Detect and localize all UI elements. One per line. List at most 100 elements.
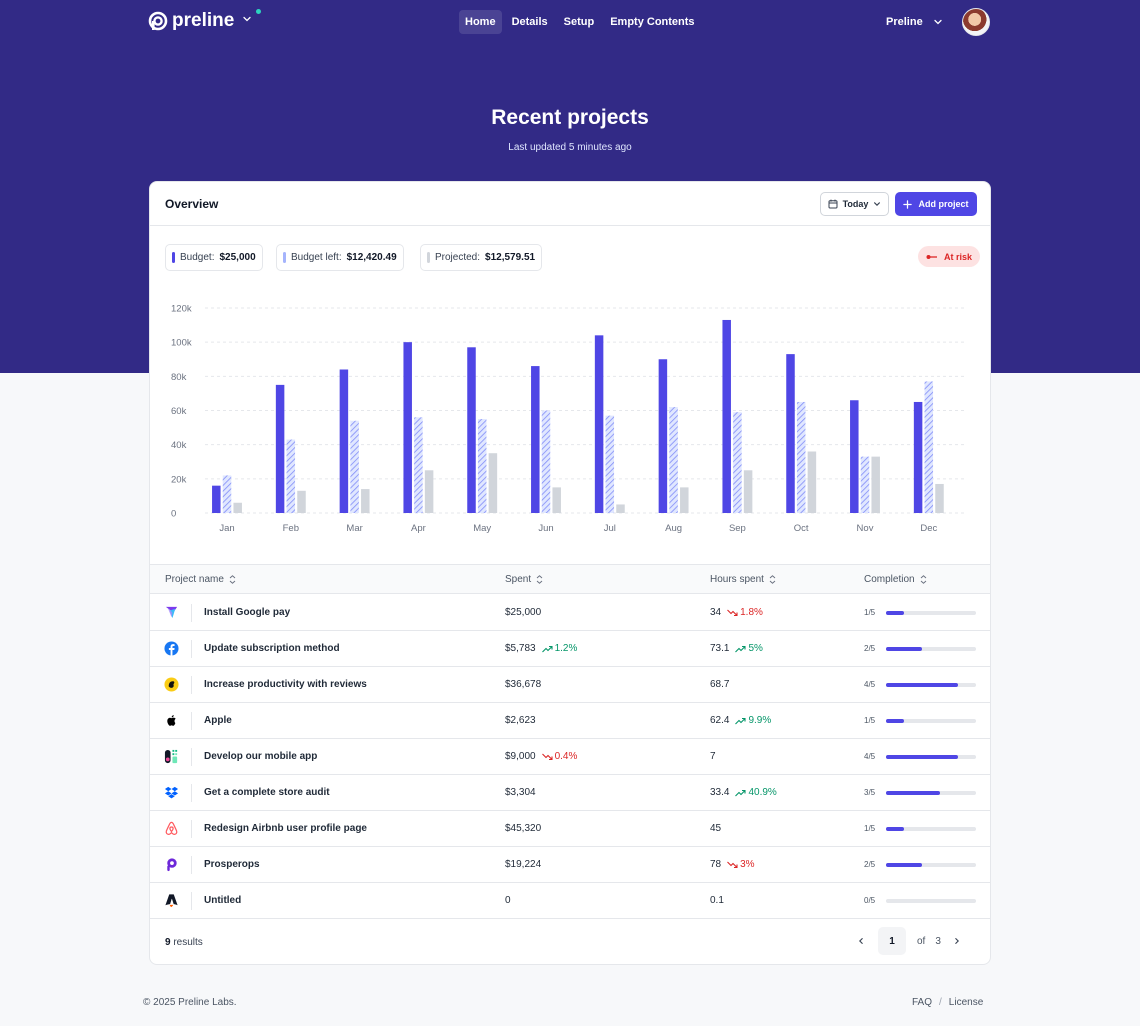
bar-sep-series-1[interactable] bbox=[722, 319, 731, 513]
project-name[interactable]: Install Google pay bbox=[204, 607, 290, 618]
bar-mar-series-2[interactable] bbox=[350, 420, 359, 513]
current-page[interactable]: 1 bbox=[878, 927, 906, 955]
nav-link-setup[interactable]: Setup bbox=[558, 10, 601, 34]
table-row[interactable]: Prosperops $19,224 78 3% 2/5 bbox=[150, 847, 990, 883]
mailchimp-icon bbox=[164, 677, 179, 692]
table-row[interactable]: Update subscription method $5,783 1.2% 73.1… bbox=[150, 631, 990, 667]
table-row[interactable]: Increase productivity with reviews $36,67… bbox=[150, 667, 990, 703]
spent-trend: 1.2% bbox=[541, 643, 577, 654]
table-row[interactable]: Develop our mobile app $9,000 0.4% 7 4/5 bbox=[150, 739, 990, 775]
add-project-label: Add project bbox=[918, 199, 969, 209]
footer-links: FAQ / License bbox=[912, 997, 983, 1008]
table-row[interactable]: Apple $2,623 62.4 9.9% 1/5 bbox=[150, 703, 990, 739]
sort-hours-spent[interactable]: Hours spent bbox=[710, 574, 776, 585]
project-name[interactable]: Apple bbox=[204, 715, 232, 726]
trend-up-icon bbox=[541, 645, 553, 652]
completion-progress bbox=[886, 899, 976, 903]
account-switcher[interactable]: Preline bbox=[886, 16, 943, 28]
bar-apr-series-1[interactable] bbox=[403, 342, 412, 513]
bar-jul-series-2[interactable] bbox=[605, 415, 615, 513]
pagination: 1 of 3 bbox=[850, 927, 968, 955]
bar-aug-series-1[interactable] bbox=[658, 359, 668, 513]
completion-progress-fill bbox=[886, 755, 958, 759]
table-row[interactable]: Get a complete store audit $3,304 33.4 40.9… bbox=[150, 775, 990, 811]
bar-feb-series-2[interactable] bbox=[286, 439, 296, 513]
bar-jul-series-1[interactable] bbox=[594, 335, 604, 513]
bar-apr-series-3[interactable] bbox=[424, 470, 434, 513]
bar-sep-series-3[interactable] bbox=[743, 470, 753, 513]
date-range-button[interactable]: Today bbox=[820, 192, 889, 216]
bar-dec-series-3[interactable] bbox=[935, 483, 944, 513]
completion-progress-fill bbox=[886, 647, 922, 651]
footer-link-license[interactable]: License bbox=[949, 997, 983, 1008]
bar-dec-series-1[interactable] bbox=[913, 401, 923, 513]
bar-jul-series-3[interactable] bbox=[616, 504, 625, 513]
bar-jan-series-3[interactable] bbox=[233, 502, 242, 513]
divider bbox=[191, 748, 192, 766]
project-name[interactable]: Update subscription method bbox=[204, 643, 340, 654]
nav-link-details[interactable]: Details bbox=[506, 10, 554, 34]
project-name[interactable]: Increase productivity with reviews bbox=[204, 679, 367, 690]
trend-up-icon bbox=[735, 717, 747, 724]
completion-progress bbox=[886, 611, 976, 615]
bar-jan-series-1[interactable] bbox=[212, 485, 221, 513]
sort-spent[interactable]: Spent bbox=[505, 574, 543, 585]
bar-jan-series-2[interactable] bbox=[222, 475, 232, 513]
bar-aug-series-2[interactable] bbox=[669, 407, 678, 513]
bar-oct-series-2[interactable] bbox=[796, 401, 806, 513]
hours-cell: 78 3% bbox=[710, 859, 755, 870]
bar-may-series-3[interactable] bbox=[488, 453, 498, 513]
project-name[interactable]: Prosperops bbox=[204, 859, 260, 870]
bar-dec-series-2[interactable] bbox=[924, 381, 934, 513]
bar-aug-series-3[interactable] bbox=[680, 487, 689, 513]
nav-link-home[interactable]: Home bbox=[459, 10, 502, 34]
bar-nov-series-1[interactable] bbox=[850, 400, 859, 513]
bar-may-series-2[interactable] bbox=[477, 419, 487, 513]
table-row[interactable]: Redesign Airbnb user profile page $45,320… bbox=[150, 811, 990, 847]
project-name[interactable]: Redesign Airbnb user profile page bbox=[204, 823, 367, 834]
project-name[interactable]: Develop our mobile app bbox=[204, 751, 317, 762]
bar-mar-series-1[interactable] bbox=[339, 369, 349, 514]
bar-feb-series-3[interactable] bbox=[297, 490, 306, 513]
previous-page-button[interactable] bbox=[850, 927, 872, 955]
bar-jun-series-2[interactable] bbox=[541, 410, 551, 514]
x-tick-label: Jun bbox=[538, 523, 553, 534]
nav-link-empty-contents[interactable]: Empty Contents bbox=[604, 10, 700, 34]
bar-apr-series-2[interactable] bbox=[414, 417, 423, 513]
table-row[interactable]: Untitled 0 0.1 0/5 bbox=[150, 883, 990, 919]
budget-chart: 0 20k 40k 60k 80k 100k 120k Jan Feb Mar Apr May Jun J… bbox=[171, 304, 965, 534]
trend-up-icon bbox=[735, 789, 747, 796]
sort-project-name[interactable]: Project name bbox=[165, 574, 236, 585]
avatar[interactable] bbox=[962, 8, 990, 36]
add-project-button[interactable]: Add project bbox=[895, 192, 977, 216]
project-name[interactable]: Untitled bbox=[204, 895, 241, 906]
bar-jun-series-3[interactable] bbox=[552, 487, 561, 513]
brand-logo[interactable]: preline bbox=[148, 10, 234, 32]
bar-mar-series-3[interactable] bbox=[361, 489, 370, 513]
spent-value: 0 bbox=[505, 895, 511, 906]
bar-feb-series-1[interactable] bbox=[275, 384, 285, 513]
hours-value: 68.7 bbox=[710, 679, 730, 690]
brand-name: preline bbox=[172, 10, 235, 31]
bar-sep-series-2[interactable] bbox=[733, 412, 742, 513]
spent-value: $45,320 bbox=[505, 823, 542, 834]
bar-nov-series-2[interactable] bbox=[860, 456, 870, 513]
bar-oct-series-1[interactable] bbox=[786, 354, 795, 513]
sort-completion[interactable]: Completion bbox=[864, 574, 927, 585]
bar-may-series-1[interactable] bbox=[467, 347, 476, 513]
bar-nov-series-3[interactable] bbox=[871, 456, 880, 513]
status-dot bbox=[256, 9, 261, 14]
next-page-button[interactable] bbox=[946, 927, 968, 955]
y-tick-label: 60k bbox=[171, 406, 187, 417]
bar-oct-series-3[interactable] bbox=[807, 451, 817, 514]
airbnb-icon bbox=[164, 821, 179, 836]
table-row[interactable]: Install Google pay $25,000 34 1.8% 1/5 bbox=[150, 595, 990, 631]
chevron-down-icon[interactable] bbox=[242, 14, 252, 24]
bar-jun-series-1[interactable] bbox=[531, 366, 540, 513]
date-range-label: Today bbox=[842, 199, 869, 209]
project-name[interactable]: Get a complete store audit bbox=[204, 787, 330, 798]
preline-logo-icon bbox=[148, 11, 168, 31]
x-tick-label: Nov bbox=[857, 523, 874, 534]
spent-cell: $3,304 bbox=[505, 787, 536, 798]
footer-link-faq[interactable]: FAQ bbox=[912, 997, 932, 1008]
